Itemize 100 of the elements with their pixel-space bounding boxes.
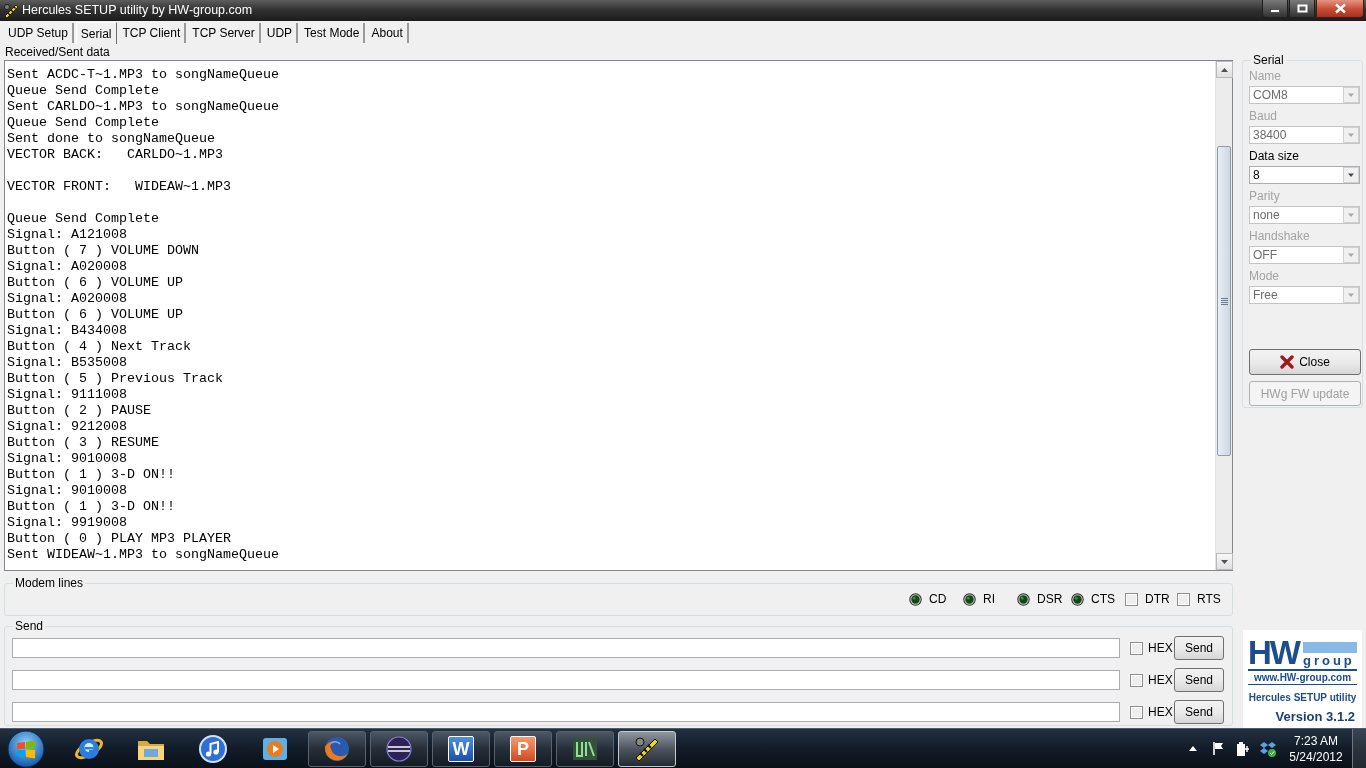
orb-icon [7, 729, 45, 768]
version-text: Version 3.1.2 [1275, 709, 1355, 725]
scroll-down-button[interactable] [1216, 553, 1233, 570]
show-desktop-button[interactable] [1352, 728, 1366, 768]
down-arrow-icon [1221, 559, 1228, 564]
checkbox-label: HEX [1148, 672, 1173, 689]
signal-label: RI [983, 591, 995, 608]
log-line: Signal: B434008 [7, 323, 127, 339]
scrollbar-thumb[interactable] [1217, 146, 1231, 456]
tab[interactable]: UDP Setup [4, 23, 74, 43]
log-line: Queue Send Complete [7, 115, 159, 131]
log-line: VECTOR FRONT: WIDEAW~1.MP3 [7, 179, 231, 195]
minimize-icon [1270, 8, 1280, 13]
section-label: Received/Sent data [4, 44, 111, 60]
group-label: Send [14, 620, 45, 632]
log-line: Signal: 9010008 [7, 451, 127, 467]
group-label: Serial [1252, 54, 1285, 66]
send-input[interactable] [12, 638, 1120, 658]
field-label: Parity [1249, 188, 1281, 205]
tab[interactable]: UDP [262, 23, 299, 43]
log-line: Button ( 5 ) Previous Track [7, 371, 223, 387]
checkbox-label: HEX [1148, 640, 1173, 657]
field-label: Mode [1249, 268, 1281, 285]
send-button[interactable]: Send [1174, 636, 1224, 660]
log-line: Sent ACDC-T~1.MP3 to songNameQueue [7, 67, 279, 83]
striped-sphere-icon [384, 733, 414, 764]
log-line: Sent done to songNameQueue [7, 131, 215, 147]
maximize-button[interactable] [1289, 0, 1315, 18]
taskbar-button[interactable] [370, 730, 428, 767]
up-arrow-icon [1221, 67, 1228, 72]
signal-label: CTS [1091, 591, 1115, 608]
taskbar-button[interactable] [556, 730, 614, 767]
log-line: Button ( 6 ) VOLUME UP [7, 307, 183, 323]
log-line: Signal: A020008 [7, 259, 127, 275]
log-line: Button ( 1 ) 3-D ON!! [7, 499, 175, 515]
log-line: VECTOR BACK: CARLDO~1.MP3 [7, 147, 223, 163]
minimize-button[interactable] [1262, 0, 1288, 18]
send-input[interactable] [12, 702, 1120, 722]
window-title: Hercules SETUP utility by HW-group.com [22, 3, 253, 18]
log-line: Signal: 9919008 [7, 515, 127, 531]
taskbar-button[interactable]: W [432, 730, 490, 767]
checkbox[interactable] [1125, 592, 1138, 606]
log-line: Sent WIDEAW~1.MP3 to songNameQueue [7, 547, 279, 563]
signal-label: DSR [1037, 591, 1063, 608]
tab[interactable]: About [367, 23, 409, 43]
log-line: Signal: 9010008 [7, 483, 127, 499]
document-logo: W [448, 735, 474, 762]
log-line: Button ( 0 ) PLAY MP3 PLAYER [7, 531, 231, 547]
dropdown[interactable]: 8 [1249, 166, 1360, 184]
close-icon [1333, 3, 1347, 14]
serial-button[interactable]: Close [1249, 349, 1361, 375]
checkbox[interactable] [1177, 592, 1190, 606]
show-hidden-icons-arrow-icon[interactable] [1188, 746, 1197, 751]
log-line: Signal: B535008 [7, 355, 127, 371]
logo-wordmark: HW group [1248, 637, 1357, 668]
product-name: Hercules SETUP utility [1248, 691, 1357, 705]
close-window-button[interactable] [1316, 0, 1364, 18]
send-input[interactable] [12, 670, 1120, 690]
checkbox[interactable] [1130, 641, 1143, 655]
flag-icon[interactable] [1211, 741, 1224, 756]
log-line: Signal: 9111008 [7, 387, 127, 403]
checkbox-label: HEX [1148, 704, 1173, 721]
diamonds-check-icon[interactable] [1259, 740, 1276, 757]
battery-plug-icon[interactable] [1235, 740, 1250, 757]
group-label: Modem lines [14, 577, 85, 589]
grip-icon [1220, 297, 1228, 305]
field-label: Baud [1249, 108, 1279, 125]
clock-button[interactable]: 7:23 AM 5/24/2012 [1280, 730, 1352, 767]
scroll-up-button[interactable] [1216, 61, 1233, 78]
log-line: Signal: A020008 [7, 291, 127, 307]
field-label: Name [1249, 68, 1282, 85]
signal-label: RTS [1197, 591, 1221, 608]
music-note-icon[interactable] [198, 733, 228, 764]
checkbox[interactable] [1130, 673, 1143, 687]
log-line: Signal: A121008 [7, 227, 127, 243]
log-line: Button ( 3 ) RESUME [7, 435, 159, 451]
checkbox[interactable] [1130, 705, 1143, 719]
received-text-area[interactable] [4, 60, 1233, 571]
log-line: Queue Send Complete [7, 211, 159, 227]
log-line: Queue Send Complete [7, 83, 159, 99]
maximize-icon [1296, 4, 1308, 13]
field-label: Data size [1249, 148, 1301, 165]
send-button[interactable]: Send [1174, 668, 1224, 692]
website-text: www.HW-group.com [1253, 671, 1352, 684]
field-label: Handshake [1249, 228, 1311, 245]
cross-icon [1280, 355, 1295, 369]
log-line: Sent CARLDO~1.MP3 to songNameQueue [7, 99, 279, 115]
log-line: Button ( 7 ) VOLUME DOWN [7, 243, 199, 259]
taskbar-button[interactable] [618, 730, 676, 767]
tab[interactable]: TCP Client [118, 23, 187, 43]
log-line: Button ( 6 ) VOLUME UP [7, 275, 183, 291]
log-line: Button ( 2 ) PAUSE [7, 403, 151, 419]
signal-label: DTR [1145, 591, 1170, 608]
send-button[interactable]: Send [1174, 700, 1224, 724]
taskbar-button[interactable] [308, 730, 366, 767]
log-line: Signal: 9212008 [7, 419, 127, 435]
tab[interactable]: TCP Server [188, 23, 261, 43]
signal-label: CD [929, 591, 947, 608]
tab[interactable]: Test Mode [300, 23, 366, 43]
tab[interactable]: Serial [75, 22, 117, 44]
